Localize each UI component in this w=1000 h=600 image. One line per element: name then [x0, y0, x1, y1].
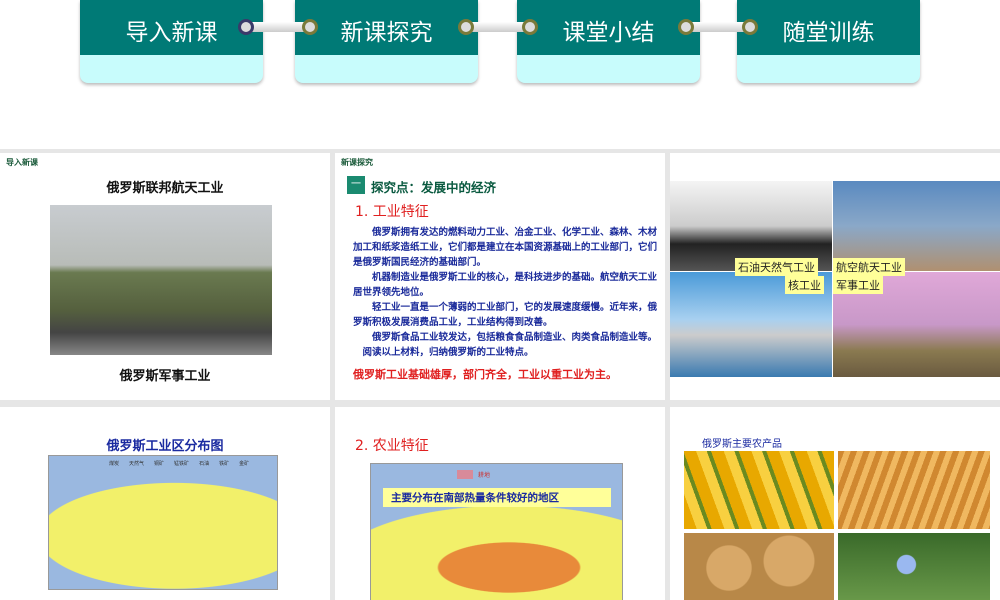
label-nuclear: 核工业 [785, 276, 824, 294]
nav-button-summary[interactable]: 课堂小结 [517, 0, 700, 83]
slide-caption: 俄罗斯军事工业 [119, 369, 211, 384]
slide-2[interactable]: 新课探究 一 探究点：发展中的经济 1. 工业特征 俄罗斯拥有发达的燃料动力工业… [335, 153, 665, 400]
legend-item: 铁矿 [219, 461, 230, 467]
nav-label: 新课探究 [295, 0, 478, 55]
connector-knob [522, 19, 538, 35]
slide-3[interactable]: 石油天然气工业 航空航天工业 核工业 军事工业 [670, 153, 1000, 400]
label-aerospace: 航空航天工业 [833, 258, 905, 276]
label-military: 军事工业 [833, 276, 883, 294]
legend-item: 天然气 [129, 461, 145, 467]
nav-label: 导入新课 [80, 0, 263, 55]
slide-5[interactable]: 2. 农业特征 耕地 主要分布在南部热量条件较好的地区 [335, 407, 665, 600]
nav-button-explore[interactable]: 新课探究 [295, 0, 478, 83]
nav-button-practice[interactable]: 随堂训练 [737, 0, 920, 83]
paragraph: 轻工业一直是一个薄弱的工业部门，它的发展速度缓慢。近年来，俄罗斯积极发展消费品工… [353, 302, 658, 328]
label-oil-gas: 石油天然气工业 [735, 258, 818, 276]
section-heading: 探究点：发展中的经济 [371, 180, 497, 195]
legend-item: 石油 [199, 461, 210, 467]
map-banner: 主要分布在南部热量条件较好的地区 [383, 488, 611, 507]
agriculture-map: 耕地 主要分布在南部热量条件较好的地区 [370, 463, 623, 600]
slide-1[interactable]: 导入新课 俄罗斯联邦航天工业 俄罗斯军事工业 [0, 153, 330, 400]
legend-item: 锰铁矿 [174, 461, 190, 467]
connector-knob [238, 19, 254, 35]
paragraph: 俄罗斯食品工业较发达，包括粮食食品制造业、肉类食品制造业等。 [353, 332, 658, 343]
conclusion: 俄罗斯工业基础雄厚，部门齐全，工业以重工业为主。 [353, 368, 617, 381]
nav-label: 课堂小结 [517, 0, 700, 55]
section-label: 新课探究 [341, 158, 373, 167]
body-text: 俄罗斯拥有发达的燃料动力工业、冶金工业、化学工业、森林、木材加工和纸浆造纸工业，… [353, 225, 658, 360]
legend-item: 煤炭 [109, 461, 120, 467]
connector-knob [458, 19, 474, 35]
nav-label: 随堂训练 [737, 0, 920, 55]
slide-4[interactable]: 俄罗斯工业区分布图 煤炭 天然气 铜矿 锰铁矿 石油 铁矿 金矿 [0, 407, 330, 600]
slide-6[interactable]: 俄罗斯主要农产品 [670, 407, 1000, 600]
subheading: 2. 农业特征 [355, 438, 429, 454]
legend-item: 铜矿 [154, 461, 165, 467]
wheat-image [838, 451, 990, 529]
map-legend: 耕地 [478, 472, 491, 479]
legend-item: 金矿 [239, 461, 250, 467]
paragraph: 俄罗斯拥有发达的燃料动力工业、冶金工业、化学工业、森林、木材加工和纸浆造纸工业，… [353, 227, 658, 268]
potato-image [684, 533, 834, 600]
connector-knob [742, 19, 758, 35]
connector-knob [302, 19, 318, 35]
connector-knob [678, 19, 694, 35]
paragraph: 阅读以上材料，归纳俄罗斯的工业特点。 [353, 347, 534, 358]
subheading: 1. 工业特征 [355, 204, 429, 220]
flax-image [838, 533, 990, 600]
map-title: 俄罗斯工业区分布图 [106, 439, 224, 454]
nav-button-intro[interactable]: 导入新课 [80, 0, 263, 83]
corn-image [684, 451, 834, 529]
slide-grid: 导入新课 俄罗斯联邦航天工业 俄罗斯军事工业 新课探究 一 探究点：发展中的经济… [0, 149, 1000, 600]
slide-title: 俄罗斯联邦航天工业 [106, 181, 224, 196]
slide-title: 俄罗斯主要农产品 [702, 439, 782, 450]
paragraph: 机器制造业是俄罗斯工业的核心，是科技进步的基础。航空航天工业居世界领先地位。 [353, 272, 658, 298]
heading-number: 一 [347, 176, 365, 194]
military-vehicle-image [50, 205, 272, 355]
industry-map: 煤炭 天然气 铜矿 锰铁矿 石油 铁矿 金矿 [48, 455, 278, 590]
section-label: 导入新课 [6, 158, 38, 167]
